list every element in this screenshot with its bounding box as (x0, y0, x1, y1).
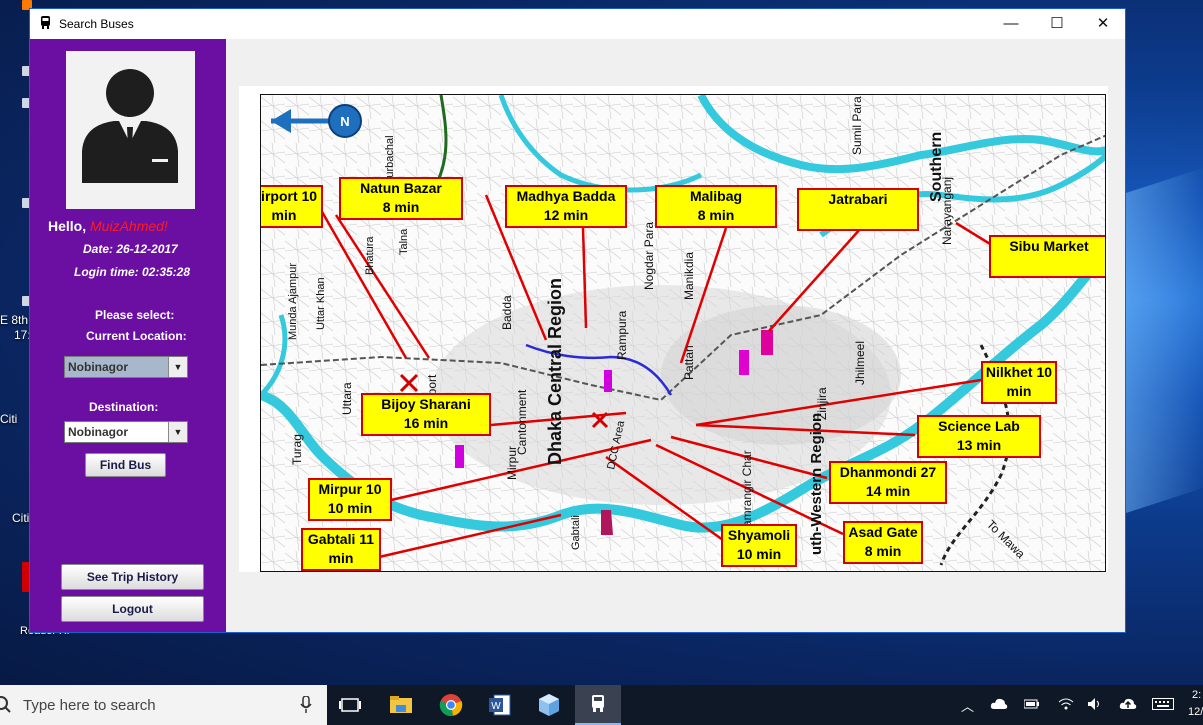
user-name: MuizAhmed! (90, 218, 168, 234)
map-label: Kamrangir Char (740, 450, 754, 535)
stop-callout-madhya-badda[interactable]: Madhya Badda 12 min (505, 185, 627, 228)
logout-button[interactable]: Logout (61, 596, 204, 622)
window-title: Search Buses (59, 17, 134, 31)
date-text: Date: 26-12-2017 (83, 242, 178, 256)
bus-icon (40, 16, 51, 32)
search-placeholder: Type here to search (23, 697, 156, 714)
map-label: Pattan (682, 345, 696, 380)
keyboard-icon[interactable] (1152, 698, 1174, 710)
clock-date[interactable]: 12/ (1188, 706, 1203, 718)
desktop-light-beam (1126, 167, 1203, 513)
taskbar-search-box[interactable]: Type here to search (0, 685, 327, 725)
map-label: Nogdar Para (642, 222, 656, 290)
map-label: Cantonment (515, 389, 529, 455)
map-label: Zinjira (815, 387, 829, 420)
stop-callout-asad-gate[interactable]: Asad Gate 8 min (843, 521, 923, 564)
stop-callout-airport[interactable]: Airport 10 min (261, 185, 323, 228)
stop-callout-sibu-market[interactable]: Sibu Market (989, 235, 1105, 278)
map-label: Talna (398, 228, 410, 255)
map-frame: Dhaka Central Region Southern uth-Wester… (260, 94, 1106, 572)
destination-select[interactable]: Nobinagor ▼ (64, 421, 188, 443)
map-label: Munda Ajampur (287, 263, 299, 340)
map-label: Uttara (340, 382, 354, 415)
destination-value: Nobinagor (68, 425, 128, 439)
chevron-up-icon[interactable]: ︿ (961, 696, 974, 715)
desktop-icon-label[interactable]: E 8th (0, 313, 28, 327)
sidebar: Hello, MuizAhmed! Date: 26-12-2017 Login… (30, 39, 226, 632)
map-label: Turag (290, 434, 304, 465)
greeting-text: Hello, (48, 218, 87, 234)
map-label: Bhatura (364, 236, 376, 275)
login-time-text: Login time: 02:35:28 (74, 265, 191, 279)
microphone-icon[interactable] (300, 696, 312, 714)
stop-callout-bijoy-sharani[interactable]: Bijoy Sharani 16 min (361, 393, 491, 436)
bus-route-map: Dhaka Central Region Southern uth-Wester… (239, 86, 1108, 572)
chrome-icon[interactable] (439, 693, 463, 717)
stop-callout-science-lab[interactable]: Science Lab 13 min (917, 415, 1041, 458)
battery-icon[interactable] (1024, 698, 1040, 710)
desktop-icon-label[interactable]: Citi (0, 412, 17, 426)
greeting: Hello, MuizAhmed! (48, 218, 168, 234)
stop-callout-jatrabari[interactable]: Jatrabari (797, 188, 919, 231)
destination-label: Destination: (89, 400, 159, 414)
user-avatar-icon (66, 51, 195, 209)
file-explorer-icon[interactable] (389, 693, 413, 717)
stop-callout-nilkhet[interactable]: Nilkhet 10 min (981, 361, 1057, 404)
taskbar: Type here to search W ︿ 2: 12/ (0, 685, 1203, 725)
stop-callout-malibag[interactable]: Malibag 8 min (655, 185, 777, 228)
close-button[interactable]: ✕ (1080, 9, 1126, 39)
maximize-button[interactable]: ☐ (1034, 9, 1080, 39)
task-view-icon[interactable] (338, 693, 362, 717)
title-bar[interactable]: Search Buses — ☐ ✕ (30, 9, 1125, 39)
map-label: Dhaka Central Region (545, 278, 565, 465)
compass-letter: N (340, 114, 349, 129)
stop-callout-shyamoli[interactable]: Shyamoli 10 min (721, 524, 797, 567)
map-label: Badda (500, 295, 514, 330)
word-icon[interactable]: W (488, 693, 512, 717)
stop-callout-mirpur-10[interactable]: Mirpur 10 10 min (308, 478, 392, 521)
dropdown-arrow-icon[interactable]: ▼ (168, 357, 187, 377)
map-label: Rampura (615, 310, 629, 360)
cube-app-icon[interactable] (537, 693, 561, 717)
map-label: uth-Western Region (808, 413, 825, 555)
map-label: Mirpur (505, 446, 519, 480)
clock-time[interactable]: 2: (1192, 689, 1201, 701)
wifi-icon[interactable] (1058, 697, 1074, 711)
active-java-app-tab[interactable] (575, 685, 621, 725)
stop-callout-gabtali[interactable]: Gabtali 11 min (301, 528, 381, 571)
find-bus-button[interactable]: Find Bus (85, 453, 166, 477)
current-location-select[interactable]: Nobinagor ▼ (64, 356, 188, 378)
map-label: Narayanganj (940, 177, 954, 245)
onedrive-icon[interactable] (990, 697, 1008, 711)
dropdown-arrow-icon[interactable]: ▼ (168, 422, 187, 442)
search-buses-window: Search Buses — ☐ ✕ Hello, MuizAhmed! Dat… (29, 8, 1126, 633)
bus-icon (592, 695, 604, 712)
stop-callout-natun-bazar[interactable]: Natun Bazar 8 min (339, 177, 463, 220)
stop-callout-dhanmondi-27[interactable]: Dhanmondi 27 14 min (829, 461, 947, 504)
see-trip-history-button[interactable]: See Trip History (61, 564, 204, 590)
volume-icon[interactable] (1087, 697, 1103, 711)
map-label: Sumil Para (850, 96, 864, 155)
svg-text:W: W (491, 701, 501, 712)
please-select-label: Please select: (95, 308, 175, 322)
map-label: Gabtali (570, 515, 582, 550)
map-label: Uttar Khan (315, 277, 327, 330)
desktop-icon-label[interactable]: Citi (12, 511, 29, 525)
current-location-label: Current Location: (86, 329, 187, 343)
cloud-upload-icon[interactable] (1119, 696, 1137, 712)
current-location-value: Nobinagor (68, 360, 128, 374)
minimize-button[interactable]: — (988, 9, 1034, 39)
map-label: Manikdia (682, 252, 696, 300)
map-label: Jhilmeel (853, 341, 867, 385)
search-icon (0, 696, 11, 713)
